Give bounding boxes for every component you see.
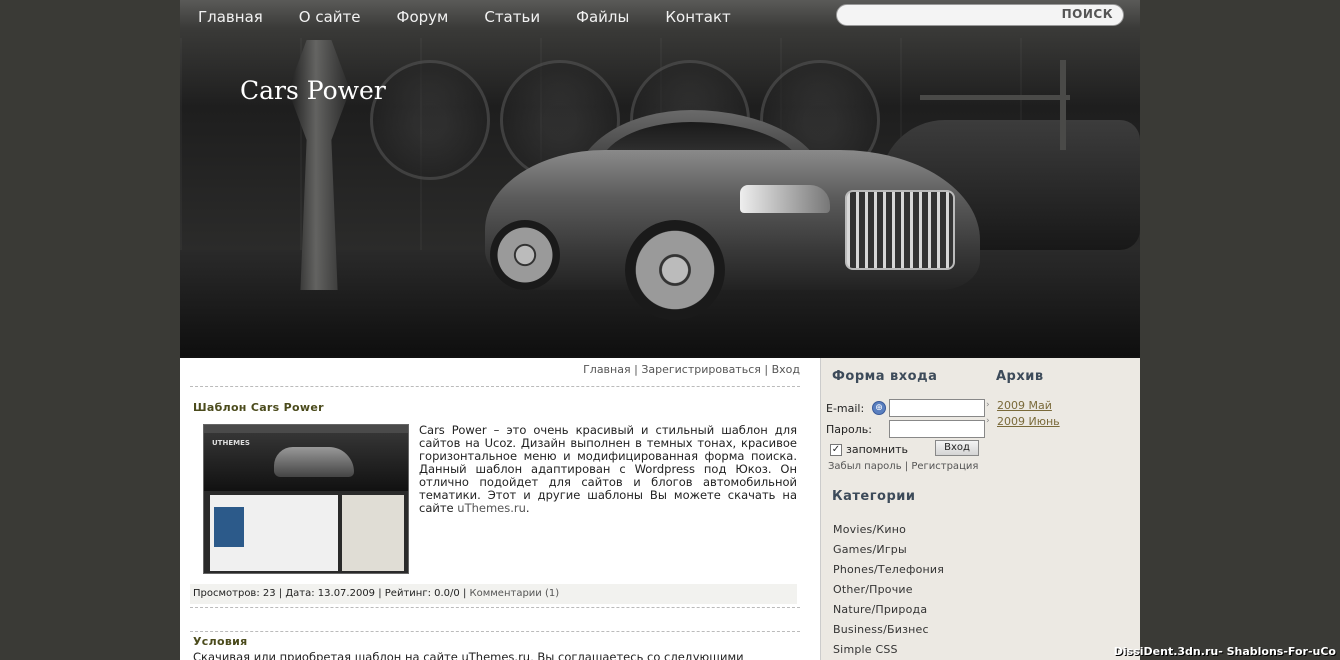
divider bbox=[190, 607, 800, 608]
post-thumbnail[interactable]: UTHEMES bbox=[203, 424, 409, 574]
category-item[interactable]: Movies/Кино bbox=[833, 523, 906, 536]
category-item[interactable]: Business/Бизнес bbox=[833, 623, 929, 636]
search-input[interactable] bbox=[845, 7, 1055, 23]
category-item[interactable]: Nature/Природа bbox=[833, 603, 927, 616]
thumb-sidebar bbox=[342, 495, 404, 571]
nav-files[interactable]: Файлы bbox=[576, 0, 629, 36]
archive-item[interactable]: 2009 Июнь bbox=[997, 415, 1060, 428]
main-content: Главная | Зарегистрироваться | Вход Шабл… bbox=[180, 358, 820, 660]
post-date: Дата: 13.07.2009 bbox=[285, 588, 376, 599]
car-grille bbox=[845, 190, 955, 270]
email-label: E-mail: bbox=[826, 402, 865, 415]
register-link[interactable]: Зарегистрироваться bbox=[641, 363, 761, 376]
nav-contact[interactable]: Контакт bbox=[665, 0, 730, 36]
archive-heading: Архив bbox=[996, 369, 1044, 384]
main-nav: Главная О сайте Форум Статьи Файлы Конта… bbox=[180, 0, 731, 36]
category-item[interactable]: Other/Прочие bbox=[833, 583, 913, 596]
pipe-decoration bbox=[920, 95, 1070, 100]
forgot-password-link[interactable]: Забыл пароль bbox=[828, 461, 902, 472]
divider bbox=[190, 631, 800, 632]
views-count: Просмотров: 23 bbox=[193, 588, 276, 599]
site-title[interactable]: Cars Power bbox=[240, 76, 386, 105]
separator: | bbox=[764, 363, 769, 376]
car-rear-wheel bbox=[490, 220, 560, 290]
post-rating: Рейтинг: 0.0/0 bbox=[384, 588, 460, 599]
nav-forum[interactable]: Форум bbox=[397, 0, 449, 36]
post2-text: Скачивая или приобретая шаблон на сайте … bbox=[193, 650, 744, 660]
search-button[interactable]: ПОИСК bbox=[1062, 7, 1113, 21]
nav-articles[interactable]: Статьи bbox=[484, 0, 540, 36]
nav-home[interactable]: Главная bbox=[198, 0, 263, 36]
openid-icon[interactable]: ⊕ bbox=[872, 401, 886, 415]
remember-checkbox[interactable]: ✓ bbox=[830, 444, 842, 456]
arrow-icon: › bbox=[986, 416, 990, 426]
user-links: Главная | Зарегистрироваться | Вход bbox=[583, 363, 800, 376]
thumb-brand: UTHEMES bbox=[212, 439, 250, 447]
thumb-image bbox=[214, 507, 244, 547]
login-button[interactable]: Вход bbox=[935, 440, 979, 456]
login-form-heading: Форма входа bbox=[832, 369, 938, 384]
login-link[interactable]: Вход bbox=[772, 363, 800, 376]
uthemes-link[interactable]: uThemes.ru bbox=[457, 501, 526, 515]
post2-title[interactable]: Условия bbox=[193, 635, 247, 648]
register-link-sidebar[interactable]: Регистрация bbox=[911, 461, 978, 472]
car-headlight bbox=[740, 185, 830, 213]
search-box: ПОИСК bbox=[836, 4, 1124, 26]
password-label: Пароль: bbox=[826, 423, 872, 436]
category-item[interactable]: Simple CSS bbox=[833, 643, 898, 656]
arrow-icon: › bbox=[986, 400, 990, 410]
pipe-decoration bbox=[1060, 60, 1066, 150]
car-image bbox=[485, 110, 980, 325]
archive-item[interactable]: 2009 Май bbox=[997, 399, 1052, 412]
password-field[interactable] bbox=[889, 420, 985, 438]
post-text-end: . bbox=[525, 501, 530, 515]
post-title[interactable]: Шаблон Cars Power bbox=[193, 401, 324, 414]
category-item[interactable]: Phones/Телефония bbox=[833, 563, 944, 576]
category-item[interactable]: Games/Игры bbox=[833, 543, 907, 556]
watermark: DissiDent.3dn.ru- Shablons-For-uCo bbox=[1113, 645, 1336, 658]
separator: | bbox=[634, 363, 638, 376]
sidebar: Форма входа Архив E-mail: ⊕ Пароль: ✓ за… bbox=[820, 358, 1140, 660]
categories-heading: Категории bbox=[832, 489, 916, 504]
post-body: Cars Power – это очень красивый и стильн… bbox=[419, 424, 797, 515]
comments-link[interactable]: Комментарии (1) bbox=[470, 588, 560, 599]
login-help-links: Забыл пароль | Регистрация bbox=[828, 461, 979, 472]
divider bbox=[190, 386, 800, 387]
email-field[interactable] bbox=[889, 399, 985, 417]
thumb-car bbox=[274, 447, 354, 477]
remember-label: запомнить bbox=[846, 443, 909, 456]
post-meta: Просмотров: 23 | Дата: 13.07.2009 | Рейт… bbox=[190, 584, 797, 604]
home-link[interactable]: Главная bbox=[583, 363, 631, 376]
thumb-nav-bar bbox=[204, 425, 408, 433]
page: Главная О сайте Форум Статьи Файлы Конта… bbox=[180, 0, 1140, 660]
car-front-wheel bbox=[625, 220, 725, 320]
fan-decoration bbox=[370, 60, 490, 180]
header: Главная О сайте Форум Статьи Файлы Конта… bbox=[180, 0, 1140, 358]
nav-about[interactable]: О сайте bbox=[299, 0, 361, 36]
